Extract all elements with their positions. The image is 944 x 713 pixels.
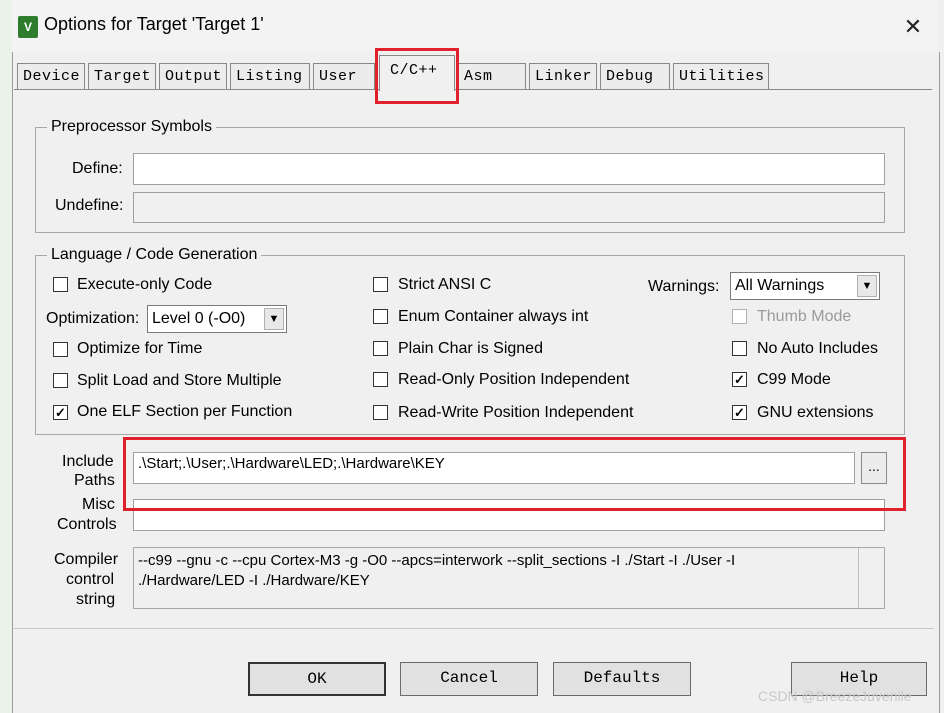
gnu-extensions-checkbox[interactable]: ✓: [732, 405, 747, 420]
cancel-button[interactable]: Cancel: [400, 662, 538, 696]
tab-debug[interactable]: Debug: [600, 63, 670, 89]
define-label: Define:: [72, 160, 123, 177]
rw-pi-checkbox[interactable]: [373, 405, 388, 420]
one-elf-label: One ELF Section per Function: [77, 403, 293, 420]
define-input[interactable]: [133, 153, 885, 185]
execute-only-checkbox[interactable]: [53, 277, 68, 292]
watermark-text: CSDN @BreezeJuvenile: [758, 688, 912, 704]
browse-include-paths-button[interactable]: ...: [861, 452, 887, 484]
tab-utilities[interactable]: Utilities: [673, 63, 769, 89]
tab-strip-baseline: [14, 89, 932, 90]
plain-char-checkbox[interactable]: [373, 341, 388, 356]
optimization-value: Level 0 (-O0): [152, 310, 246, 327]
include-paths-label-1: Include: [62, 453, 114, 470]
misc-controls-label-2: Controls: [57, 516, 117, 533]
tab-asm[interactable]: Asm: [458, 63, 526, 89]
footer-divider: [14, 628, 934, 629]
keil-logo-icon: V: [18, 16, 38, 38]
strict-ansi-label: Strict ANSI C: [398, 276, 492, 293]
optimize-time-checkbox[interactable]: [53, 342, 68, 357]
optimization-select[interactable]: Level 0 (-O0) ▼: [147, 305, 287, 333]
tab-c-cpp[interactable]: C/C++: [379, 55, 455, 91]
include-paths-input[interactable]: .\Start;.\User;.\Hardware\LED;.\Hardware…: [133, 452, 855, 484]
chevron-down-icon[interactable]: ▼: [264, 308, 284, 330]
misc-controls-input[interactable]: [133, 499, 885, 531]
compiler-line-1: --c99 --gnu -c --cpu Cortex-M3 -g -O0 --…: [138, 552, 736, 569]
compiler-label-2: control: [66, 571, 115, 588]
chevron-down-icon[interactable]: ▼: [857, 275, 877, 297]
c99-mode-checkbox[interactable]: ✓: [732, 372, 747, 387]
tab-listing[interactable]: Listing: [230, 63, 310, 89]
tab-user[interactable]: User: [313, 63, 375, 89]
optimize-time-label: Optimize for Time: [77, 340, 203, 357]
split-load-checkbox[interactable]: [53, 373, 68, 388]
preprocessor-group-title: Preprocessor Symbols: [47, 118, 216, 136]
close-button[interactable]: ✕: [898, 12, 928, 42]
misc-controls-label-1: Misc: [82, 496, 115, 513]
language-group-title: Language / Code Generation: [47, 246, 262, 264]
compiler-line-2: ./Hardware/LED -I ./Hardware/KEY: [138, 572, 370, 589]
strict-ansi-checkbox[interactable]: [373, 277, 388, 292]
rw-pi-label: Read-Write Position Independent: [398, 404, 634, 421]
thumb-mode-checkbox: [732, 309, 747, 324]
plain-char-label: Plain Char is Signed: [398, 340, 543, 357]
tab-device[interactable]: Device: [17, 63, 85, 89]
compiler-control-string[interactable]: --c99 --gnu -c --cpu Cortex-M3 -g -O0 --…: [133, 547, 885, 609]
ro-pi-checkbox[interactable]: [373, 372, 388, 387]
tab-linker[interactable]: Linker: [529, 63, 597, 89]
defaults-button[interactable]: Defaults: [553, 662, 691, 696]
split-load-label: Split Load and Store Multiple: [77, 372, 282, 389]
optimization-label: Optimization:: [46, 310, 140, 327]
undefine-label: Undefine:: [55, 197, 124, 214]
execute-only-label: Execute-only Code: [77, 276, 213, 293]
compiler-scrollbar[interactable]: [858, 548, 885, 608]
enum-int-label: Enum Container always int: [398, 308, 589, 325]
enum-int-checkbox[interactable]: [373, 309, 388, 324]
ro-pi-label: Read-Only Position Independent: [398, 371, 630, 388]
window-title: Options for Target 'Target 1': [44, 14, 264, 34]
undefine-input[interactable]: [133, 192, 885, 223]
no-auto-includes-checkbox[interactable]: [732, 341, 747, 356]
no-auto-includes-label: No Auto Includes: [757, 340, 878, 357]
c99-mode-label: C99 Mode: [757, 371, 831, 388]
compiler-label-1: Compiler: [54, 551, 119, 568]
one-elf-checkbox[interactable]: ✓: [53, 405, 68, 420]
warnings-value: All Warnings: [735, 277, 825, 294]
warnings-label: Warnings:: [648, 278, 720, 295]
ok-button[interactable]: OK: [248, 662, 386, 696]
warnings-select[interactable]: All Warnings ▼: [730, 272, 880, 300]
compiler-label-3: string: [76, 591, 116, 608]
gnu-extensions-label: GNU extensions: [757, 404, 874, 421]
include-paths-label-2: Paths: [74, 472, 115, 489]
tab-target[interactable]: Target: [88, 63, 156, 89]
tab-output[interactable]: Output: [159, 63, 227, 89]
thumb-mode-label: Thumb Mode: [757, 308, 852, 325]
